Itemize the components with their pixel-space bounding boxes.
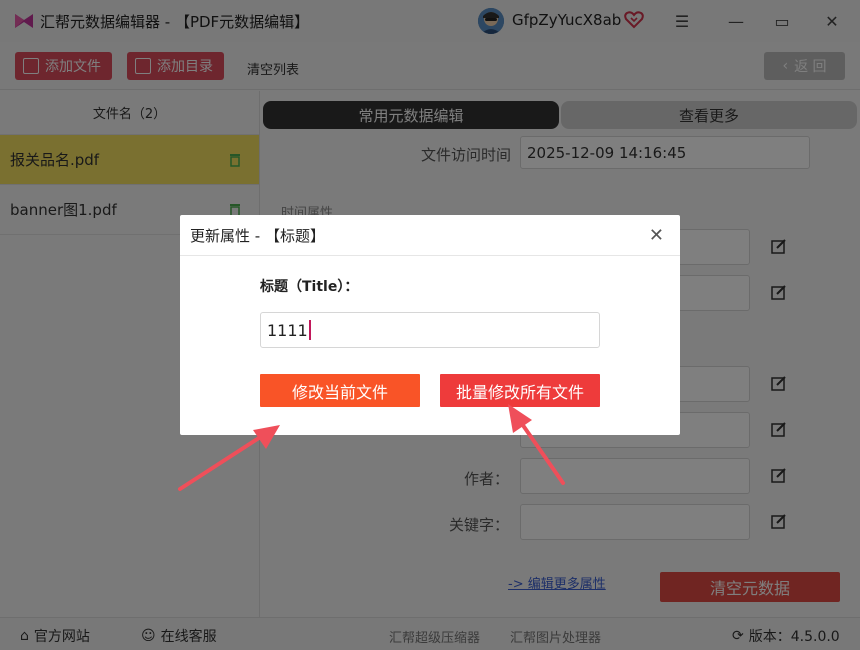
dialog-close-icon[interactable]: ✕ bbox=[649, 225, 664, 246]
batch-modify-all-button[interactable]: 批量修改所有文件 bbox=[440, 374, 600, 407]
title-input[interactable]: 1111 bbox=[260, 312, 600, 348]
text-caret bbox=[308, 320, 311, 340]
modify-current-file-button[interactable]: 修改当前文件 bbox=[260, 374, 420, 407]
dialog-title: 更新属性 - 【标题】 bbox=[190, 226, 325, 245]
update-property-dialog: 更新属性 - 【标题】 ✕ 标题（Title）： 1111 修改当前文件 批量修… bbox=[180, 215, 680, 435]
dialog-header: 更新属性 - 【标题】 ✕ bbox=[180, 215, 680, 256]
title-field-label: 标题（Title）： bbox=[260, 279, 359, 295]
title-input-value: 1111 bbox=[267, 320, 308, 340]
